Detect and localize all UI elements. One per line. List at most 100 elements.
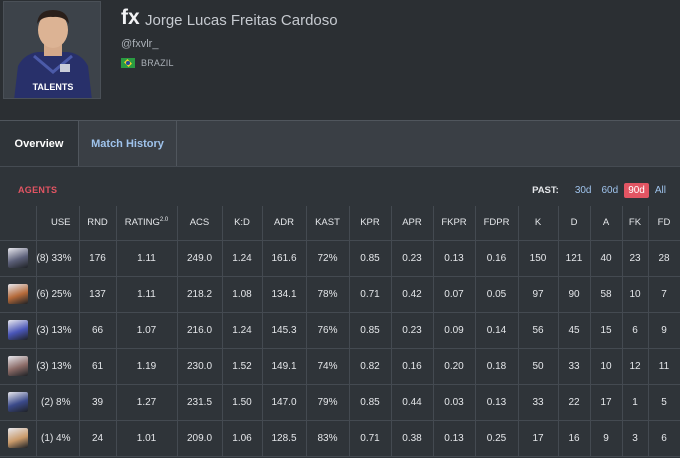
cell-fdpr: 0.25 — [475, 420, 519, 457]
filter-90d[interactable]: 90d — [624, 183, 649, 198]
col-rating[interactable]: RATING2.0 — [116, 206, 178, 241]
cell-a: 9 — [590, 420, 623, 457]
agent-portrait-icon — [7, 320, 28, 340]
tab-match-history[interactable]: Match History — [79, 121, 177, 167]
col-rnd[interactable]: RND — [79, 206, 117, 241]
agent-cell — [0, 276, 37, 313]
cell-adr: 147.0 — [262, 384, 307, 421]
cell-fkpr: 0.13 — [433, 240, 476, 277]
cell-use: (6) 25% — [36, 276, 80, 313]
table-row: (3) 13% 61 1.19 230.0 1.52 149.1 74% 0.82 0.16 0.… — [0, 348, 680, 385]
cell-apr: 0.23 — [391, 312, 434, 349]
agents-panel: AGENTS PAST: 30d 60d 90d All USE RND RAT… — [0, 166, 680, 458]
cell-use: (8) 33% — [36, 240, 80, 277]
filter-30d[interactable]: 30d — [571, 183, 596, 198]
col-acs[interactable]: ACS — [177, 206, 223, 241]
cell-kpr: 0.85 — [349, 384, 392, 421]
cell-fd: 6 — [648, 420, 680, 457]
cell-rating: 1.27 — [116, 384, 178, 421]
agent-portrait-icon — [7, 248, 28, 268]
cell-fdpr: 0.13 — [475, 384, 519, 421]
cell-fd: 5 — [648, 384, 680, 421]
cell-kast: 74% — [306, 348, 350, 385]
col-a[interactable]: A — [590, 206, 623, 241]
cell-kpr: 0.71 — [349, 420, 392, 457]
tab-overview[interactable]: Overview — [0, 121, 79, 167]
col-fk[interactable]: FK — [622, 206, 649, 241]
table-row: (1) 4% 24 1.01 209.0 1.06 128.5 83% 0.71 0.38 0.1… — [0, 420, 680, 457]
agent-cell — [0, 348, 37, 385]
cell-adr: 134.1 — [262, 276, 307, 313]
cell-fk: 23 — [622, 240, 649, 277]
cell-rnd: 61 — [79, 348, 117, 385]
cell-rating: 1.19 — [116, 348, 178, 385]
cell-fdpr: 0.14 — [475, 312, 519, 349]
cell-fk: 10 — [622, 276, 649, 313]
agent-portrait-icon — [7, 356, 28, 376]
cell-acs: 249.0 — [177, 240, 223, 277]
col-fd[interactable]: FD — [648, 206, 680, 241]
cell-use: (3) 13% — [36, 348, 80, 385]
cell-kd: 1.06 — [222, 420, 263, 457]
col-d[interactable]: D — [558, 206, 591, 241]
cell-use: (3) 13% — [36, 312, 80, 349]
cell-acs: 216.0 — [177, 312, 223, 349]
cell-fd: 9 — [648, 312, 680, 349]
cell-kpr: 0.85 — [349, 240, 392, 277]
cell-d: 45 — [558, 312, 591, 349]
cell-d: 16 — [558, 420, 591, 457]
table-row: (8) 33% 176 1.11 249.0 1.24 161.6 72% 0.85 0.23 0… — [0, 240, 680, 277]
cell-rnd: 137 — [79, 276, 117, 313]
col-apr[interactable]: APR — [391, 206, 434, 241]
cell-kd: 1.52 — [222, 348, 263, 385]
jersey-text: TALENTS — [33, 82, 74, 92]
cell-a: 40 — [590, 240, 623, 277]
cell-acs: 230.0 — [177, 348, 223, 385]
cell-fkpr: 0.09 — [433, 312, 476, 349]
cell-kd: 1.24 — [222, 312, 263, 349]
col-use[interactable]: USE — [36, 206, 80, 241]
player-country: BRAZIL — [121, 58, 174, 68]
cell-fkpr: 0.13 — [433, 420, 476, 457]
col-k[interactable]: K — [518, 206, 559, 241]
cell-kast: 72% — [306, 240, 350, 277]
agent-portrait-icon — [7, 284, 28, 304]
cell-kd: 1.50 — [222, 384, 263, 421]
cell-d: 33 — [558, 348, 591, 385]
col-agent — [0, 206, 37, 241]
cell-kpr: 0.71 — [349, 276, 392, 313]
cell-apr: 0.23 — [391, 240, 434, 277]
col-kd[interactable]: K:D — [222, 206, 263, 241]
time-filter: PAST: 30d 60d 90d All — [532, 183, 670, 198]
cell-adr: 161.6 — [262, 240, 307, 277]
filter-all[interactable]: All — [651, 183, 670, 198]
cell-acs: 209.0 — [177, 420, 223, 457]
col-kast[interactable]: KAST — [306, 206, 350, 241]
cell-rnd: 39 — [79, 384, 117, 421]
table-row: (6) 25% 137 1.11 218.2 1.08 134.1 78% 0.71 0.42 0… — [0, 276, 680, 313]
cell-fk: 1 — [622, 384, 649, 421]
cell-fkpr: 0.03 — [433, 384, 476, 421]
cell-k: 56 — [518, 312, 559, 349]
col-adr[interactable]: ADR — [262, 206, 307, 241]
filter-60d[interactable]: 60d — [598, 183, 623, 198]
cell-k: 97 — [518, 276, 559, 313]
cell-rnd: 176 — [79, 240, 117, 277]
past-label: PAST: — [532, 185, 559, 196]
col-kpr[interactable]: KPR — [349, 206, 392, 241]
cell-apr: 0.42 — [391, 276, 434, 313]
profile-tabs: Overview Match History — [0, 120, 680, 167]
cell-fdpr: 0.18 — [475, 348, 519, 385]
cell-rating: 1.07 — [116, 312, 178, 349]
col-fkpr[interactable]: FKPR — [433, 206, 476, 241]
cell-d: 22 — [558, 384, 591, 421]
cell-acs: 218.2 — [177, 276, 223, 313]
table-row: (2) 8% 39 1.27 231.5 1.50 147.0 79% 0.85 0.44 0.0… — [0, 384, 680, 421]
agent-portrait-icon — [7, 392, 28, 412]
brazil-flag-icon — [121, 58, 135, 68]
col-fdpr[interactable]: FDPR — [475, 206, 519, 241]
cell-fdpr: 0.16 — [475, 240, 519, 277]
cell-adr: 145.3 — [262, 312, 307, 349]
cell-a: 15 — [590, 312, 623, 349]
player-handle[interactable]: @fxvlr_ — [121, 38, 158, 50]
